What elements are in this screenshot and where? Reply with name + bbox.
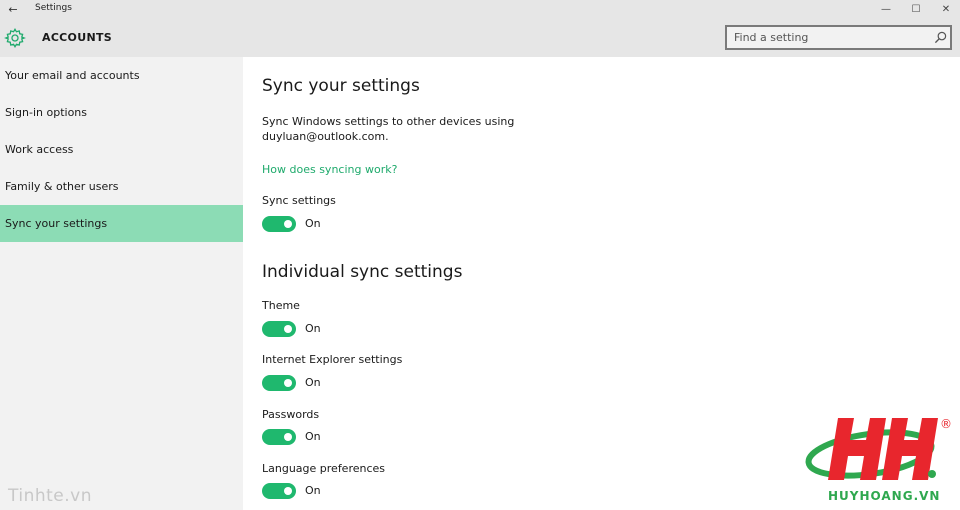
- tinhte-watermark: Tinhte.vn: [8, 486, 92, 506]
- sync-settings-toggle[interactable]: [262, 216, 296, 232]
- toggle-state-label: On: [305, 376, 321, 389]
- sidebar-item-sync-settings[interactable]: Sync your settings: [0, 205, 243, 242]
- toggle-state-label: On: [305, 217, 321, 230]
- language-preferences-toggle[interactable]: [262, 483, 296, 499]
- passwords-label: Passwords: [262, 408, 320, 421]
- minimize-icon[interactable]: —: [871, 0, 901, 20]
- sidebar: Your email and accounts Sign-in options …: [0, 57, 243, 510]
- search-box: [725, 25, 952, 50]
- search-icon[interactable]: [934, 31, 947, 44]
- search-input[interactable]: [727, 27, 927, 48]
- theme-toggle[interactable]: [262, 321, 296, 337]
- gear-icon: [4, 28, 26, 48]
- language-preferences-toggle-row: On: [262, 483, 382, 499]
- theme-toggle-row: On: [262, 321, 382, 337]
- window-title: Settings: [35, 3, 72, 13]
- registered-mark: ®: [940, 417, 952, 431]
- sync-description: Sync Windows settings to other devices u…: [262, 115, 515, 143]
- huyhoang-logo-text: HUYHOANG.VN: [828, 489, 941, 503]
- toggle-state-label: On: [305, 484, 321, 497]
- toggle-knob: [284, 487, 292, 495]
- toggle-state-label: On: [305, 322, 321, 335]
- title-bar: ← Settings — ☐ ✕: [0, 0, 960, 20]
- close-icon[interactable]: ✕: [931, 0, 960, 20]
- theme-label: Theme: [262, 299, 300, 312]
- sidebar-item-family-users[interactable]: Family & other users: [0, 168, 243, 205]
- maximize-icon[interactable]: ☐: [901, 0, 931, 20]
- toggle-state-label: On: [305, 430, 321, 443]
- page-title: ACCOUNTS: [42, 31, 112, 44]
- passwords-toggle-row: On: [262, 429, 382, 445]
- how-syncing-works-link[interactable]: How does syncing work?: [262, 163, 397, 176]
- back-arrow-icon[interactable]: ←: [4, 1, 22, 19]
- sidebar-item-sign-in-options[interactable]: Sign-in options: [0, 94, 243, 131]
- language-preferences-label: Language preferences: [262, 462, 386, 475]
- toggle-knob: [284, 325, 292, 333]
- sidebar-item-work-access[interactable]: Work access: [0, 131, 243, 168]
- page-header: ACCOUNTS: [0, 20, 960, 57]
- hh-logo-mark-icon: ®: [805, 417, 952, 480]
- sync-settings-toggle-row: On: [262, 216, 382, 232]
- toggle-knob: [284, 433, 292, 441]
- ie-settings-toggle[interactable]: [262, 375, 296, 391]
- ie-settings-label: Internet Explorer settings: [262, 353, 403, 366]
- section-heading: Sync your settings: [262, 76, 420, 96]
- toggle-knob: [284, 379, 292, 387]
- passwords-toggle[interactable]: [262, 429, 296, 445]
- huyhoang-logo: ® HUYHOANG.VN: [800, 410, 960, 510]
- toggle-knob: [284, 220, 292, 228]
- sidebar-item-email-accounts[interactable]: Your email and accounts: [0, 57, 243, 94]
- individual-sync-heading: Individual sync settings: [262, 262, 463, 282]
- ie-settings-toggle-row: On: [262, 375, 382, 391]
- sync-settings-label: Sync settings: [262, 194, 336, 207]
